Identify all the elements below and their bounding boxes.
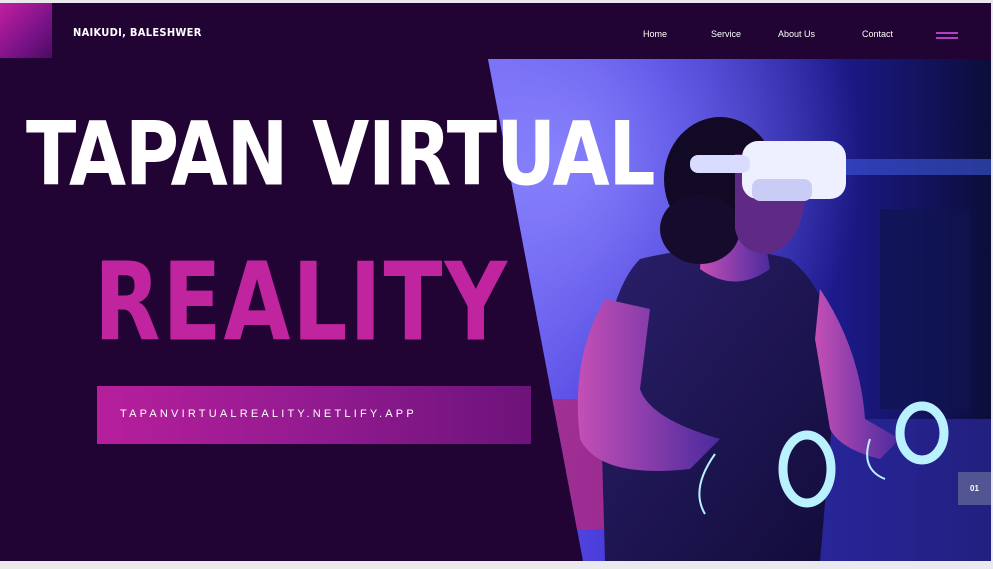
hero-title-line1: TAPAN VIRTUAL [26, 103, 656, 207]
brand-location: NAIKUDI, BALESHWER [73, 26, 202, 39]
hero-title-line2: REALITY [94, 240, 509, 366]
url-text: TAPANVIRTUALREALITY.NETLIFY.APP [120, 408, 417, 420]
nav-service[interactable]: Service [711, 29, 741, 39]
hamburger-menu-icon[interactable] [936, 30, 958, 42]
nav-contact[interactable]: Contact [862, 29, 893, 39]
url-banner[interactable]: TAPANVIRTUALREALITY.NETLIFY.APP [97, 386, 531, 444]
hero-section: NAIKUDI, BALESHWER Home Service About Us… [0, 3, 991, 561]
slide-number-badge[interactable]: 01 [958, 472, 991, 505]
corner-accent-block [0, 3, 52, 58]
nav-about-us[interactable]: About Us [778, 29, 815, 39]
nav-home[interactable]: Home [643, 29, 667, 39]
